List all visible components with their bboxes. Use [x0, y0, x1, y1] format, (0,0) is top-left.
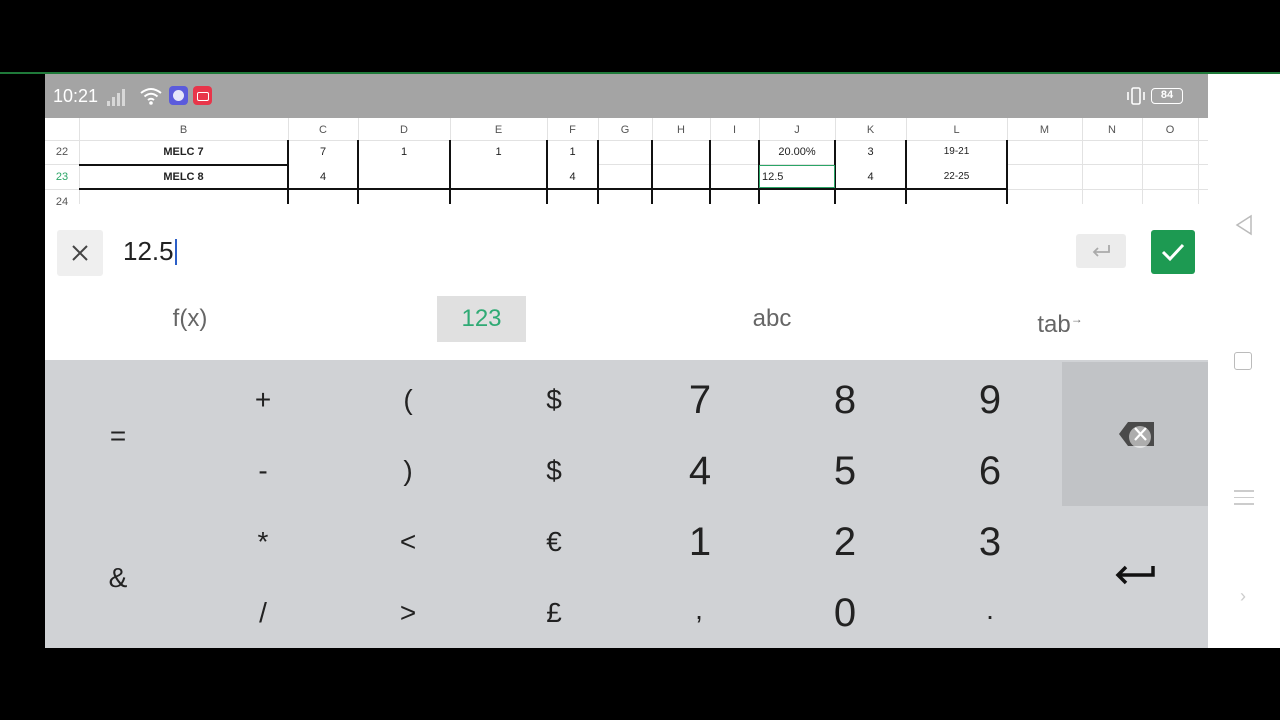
battery-icon: 84	[1151, 88, 1183, 104]
wifi-icon	[140, 88, 162, 105]
key-2[interactable]: 2	[820, 520, 870, 565]
row-header-24[interactable]: 24	[45, 196, 79, 208]
mode-tab-alpha[interactable]: abc	[725, 296, 819, 342]
column-header-l[interactable]: L	[906, 118, 1007, 140]
signal-icon	[107, 88, 131, 106]
app-screen: 10:21 84 B C D E F G H I J K L M N O 22 …	[45, 74, 1208, 648]
key-0[interactable]: 0	[820, 591, 870, 636]
formula-bar: 12.5	[45, 222, 1208, 284]
backspace-icon	[1119, 422, 1154, 448]
key-4[interactable]: 4	[675, 449, 725, 494]
cell-c23[interactable]: 4	[288, 171, 358, 183]
cell-l22[interactable]: 19-21	[906, 146, 1007, 157]
key-7[interactable]: 7	[675, 378, 725, 423]
cell-f23[interactable]: 4	[547, 171, 598, 183]
keyboard-mode-bar: f(x) 123 abc tab→	[45, 284, 1208, 360]
text-caret	[174, 239, 177, 265]
column-header-f[interactable]: F	[547, 118, 598, 140]
cell-j22[interactable]: 20.00%	[759, 146, 835, 158]
system-nav-bar: ›	[1208, 74, 1280, 648]
cell-d22[interactable]: 1	[358, 146, 450, 158]
close-icon	[72, 245, 88, 261]
numeric-keyboard: = & + - * / ( ) < > $ $ € £ 7 4 1 , 8 5 …	[45, 360, 1208, 648]
mode-tab-function[interactable]: f(x)	[145, 296, 235, 342]
mode-tab-numeric[interactable]: 123	[437, 296, 526, 342]
backspace-key[interactable]	[1062, 362, 1208, 506]
key-5[interactable]: 5	[820, 449, 870, 494]
cell-c22[interactable]: 7	[288, 146, 358, 158]
key-1[interactable]: 1	[675, 520, 725, 565]
screen-recorder-icon	[193, 86, 212, 105]
key-less-than[interactable]: <	[388, 526, 428, 558]
row-header-23[interactable]: 23	[45, 171, 79, 183]
back-nav-icon[interactable]	[1234, 214, 1254, 236]
column-header-k[interactable]: K	[835, 118, 906, 140]
key-dollar-alt[interactable]: $	[534, 455, 574, 487]
column-header-j[interactable]: J	[759, 118, 835, 140]
confirm-button[interactable]	[1151, 230, 1195, 274]
cell-value-input[interactable]: 12.5	[117, 224, 1135, 282]
column-header-o[interactable]: O	[1142, 118, 1198, 140]
key-pound[interactable]: £	[534, 597, 574, 629]
spreadsheet-grid[interactable]: B C D E F G H I J K L M N O 22 23 24 MEL…	[45, 118, 1208, 208]
column-header-i[interactable]: I	[710, 118, 759, 140]
row-header-22[interactable]: 22	[45, 146, 79, 158]
key-open-paren[interactable]: (	[388, 384, 428, 416]
input-text: 12.5	[123, 236, 174, 266]
column-header-g[interactable]: G	[598, 118, 652, 140]
key-dollar[interactable]: $	[534, 384, 574, 416]
key-3[interactable]: 3	[965, 520, 1015, 565]
column-header-b[interactable]: B	[79, 118, 288, 140]
key-euro[interactable]: €	[534, 526, 574, 558]
cell-b22[interactable]: MELC 7	[79, 146, 288, 158]
messenger-icon	[169, 86, 188, 105]
key-close-paren[interactable]: )	[388, 455, 428, 487]
key-6[interactable]: 6	[965, 449, 1015, 494]
key-plus[interactable]: +	[243, 384, 283, 416]
mode-tab-tab[interactable]: tab→	[1015, 296, 1105, 342]
key-minus[interactable]: -	[243, 455, 283, 487]
column-header-c[interactable]: C	[288, 118, 358, 140]
check-icon	[1161, 243, 1185, 262]
key-equals[interactable]: =	[98, 420, 138, 452]
key-comma[interactable]: ,	[679, 594, 719, 626]
status-time: 10:21	[53, 86, 99, 106]
column-header-e[interactable]: E	[450, 118, 547, 140]
chevron-right-icon[interactable]: ›	[1240, 586, 1246, 607]
cell-e22[interactable]: 1	[450, 146, 547, 158]
status-bar: 10:21 84	[45, 74, 1208, 118]
key-slash[interactable]: /	[243, 597, 283, 629]
cell-f22[interactable]: 1	[547, 146, 598, 158]
cell-b23[interactable]: MELC 8	[79, 171, 288, 183]
cell-j23[interactable]: 12.5	[762, 171, 783, 183]
key-decimal[interactable]: .	[970, 594, 1010, 626]
column-header-n[interactable]: N	[1082, 118, 1142, 140]
key-asterisk[interactable]: *	[243, 526, 283, 558]
cell-k23[interactable]: 4	[835, 171, 906, 183]
cell-k22[interactable]: 3	[835, 146, 906, 158]
newline-button[interactable]	[1076, 234, 1126, 268]
recents-nav-icon[interactable]	[1234, 490, 1254, 510]
column-header-d[interactable]: D	[358, 118, 450, 140]
column-header-m[interactable]: M	[1007, 118, 1082, 140]
key-9[interactable]: 9	[965, 378, 1015, 423]
cancel-edit-button[interactable]	[57, 230, 103, 276]
tab-label: tab	[1037, 311, 1071, 338]
key-greater-than[interactable]: >	[388, 597, 428, 629]
vibrate-icon	[1127, 87, 1145, 105]
key-ampersand[interactable]: &	[98, 562, 138, 594]
home-nav-icon[interactable]	[1234, 352, 1252, 370]
key-8[interactable]: 8	[820, 378, 870, 423]
cell-l23[interactable]: 22-25	[906, 171, 1007, 182]
return-icon	[1092, 245, 1110, 257]
column-header-h[interactable]: H	[652, 118, 710, 140]
tab-arrow-icon: →	[1070, 312, 1083, 326]
enter-key[interactable]	[1113, 558, 1157, 588]
